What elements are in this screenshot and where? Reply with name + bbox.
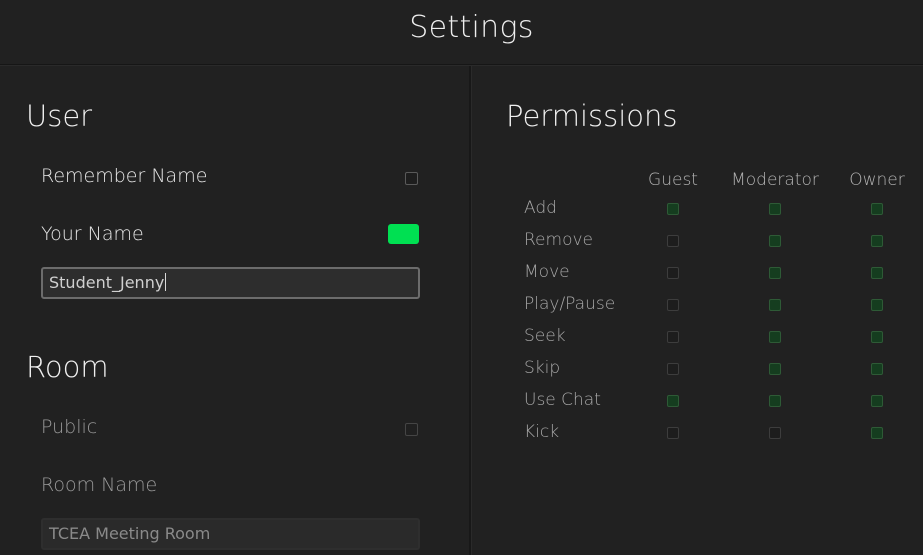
name-color-picker[interactable] bbox=[388, 224, 419, 244]
room-name-value: TCEA Meeting Room bbox=[49, 524, 211, 543]
text-caret bbox=[165, 273, 167, 291]
permission-checkbox-add-guest[interactable] bbox=[667, 203, 679, 215]
permission-label-remove: Remove bbox=[524, 230, 593, 250]
public-label: Public bbox=[41, 416, 98, 438]
remember-name-label: Remember Name bbox=[41, 165, 208, 187]
permission-label-add: Add bbox=[524, 198, 557, 218]
permission-label-move: Move bbox=[524, 262, 570, 282]
column-header-guest: Guest bbox=[648, 170, 698, 190]
your-name-input[interactable]: Student_Jenny bbox=[41, 267, 420, 299]
public-checkbox[interactable] bbox=[405, 423, 418, 436]
remember-name-checkbox[interactable] bbox=[405, 172, 418, 185]
permission-checkbox-skip-moderator[interactable] bbox=[769, 363, 781, 375]
permission-checkbox-move-owner[interactable] bbox=[871, 267, 883, 279]
page-title: Settings bbox=[409, 10, 534, 45]
permission-checkbox-add-owner[interactable] bbox=[871, 203, 883, 215]
permission-checkbox-seek-guest[interactable] bbox=[667, 331, 679, 343]
your-name-label: Your Name bbox=[41, 223, 144, 245]
room-name-input[interactable]: TCEA Meeting Room bbox=[41, 518, 420, 550]
permission-label-skip: Skip bbox=[524, 358, 561, 378]
panel-divider bbox=[469, 66, 471, 555]
permission-checkbox-kick-owner[interactable] bbox=[871, 427, 883, 439]
permission-checkbox-remove-guest[interactable] bbox=[667, 235, 679, 247]
permission-checkbox-play-pause-moderator[interactable] bbox=[769, 299, 781, 311]
room-name-label: Room Name bbox=[41, 474, 158, 496]
column-header-owner: Owner bbox=[849, 170, 905, 190]
permission-label-play-pause: Play/Pause bbox=[524, 294, 616, 314]
permission-label-seek: Seek bbox=[524, 326, 566, 346]
settings-window: Settings User Remember Name Your Name St… bbox=[0, 0, 923, 555]
permission-checkbox-use-chat-guest[interactable] bbox=[667, 395, 679, 407]
title-bar: Settings bbox=[0, 0, 923, 65]
permission-checkbox-use-chat-moderator[interactable] bbox=[769, 395, 781, 407]
permissions-section-heading: Permissions bbox=[506, 99, 678, 133]
permission-checkbox-remove-moderator[interactable] bbox=[769, 235, 781, 247]
permission-label-use-chat: Use Chat bbox=[524, 390, 601, 410]
permission-checkbox-move-moderator[interactable] bbox=[769, 267, 781, 279]
permission-checkbox-play-pause-owner[interactable] bbox=[871, 299, 883, 311]
room-section-heading: Room bbox=[26, 350, 109, 384]
permission-checkbox-add-moderator[interactable] bbox=[769, 203, 781, 215]
user-section-heading: User bbox=[26, 99, 93, 133]
permission-checkbox-remove-owner[interactable] bbox=[871, 235, 883, 247]
permission-checkbox-play-pause-guest[interactable] bbox=[667, 299, 679, 311]
permission-checkbox-kick-guest[interactable] bbox=[667, 427, 679, 439]
your-name-value: Student_Jenny bbox=[49, 273, 165, 292]
permission-checkbox-seek-owner[interactable] bbox=[871, 331, 883, 343]
column-header-moderator: Moderator bbox=[731, 170, 819, 190]
permission-checkbox-skip-guest[interactable] bbox=[667, 363, 679, 375]
permission-checkbox-seek-moderator[interactable] bbox=[769, 331, 781, 343]
permission-label-kick: Kick bbox=[524, 422, 560, 442]
permission-checkbox-move-guest[interactable] bbox=[667, 267, 679, 279]
permission-checkbox-use-chat-owner[interactable] bbox=[871, 395, 883, 407]
permission-checkbox-kick-moderator[interactable] bbox=[769, 427, 781, 439]
permission-checkbox-skip-owner[interactable] bbox=[871, 363, 883, 375]
